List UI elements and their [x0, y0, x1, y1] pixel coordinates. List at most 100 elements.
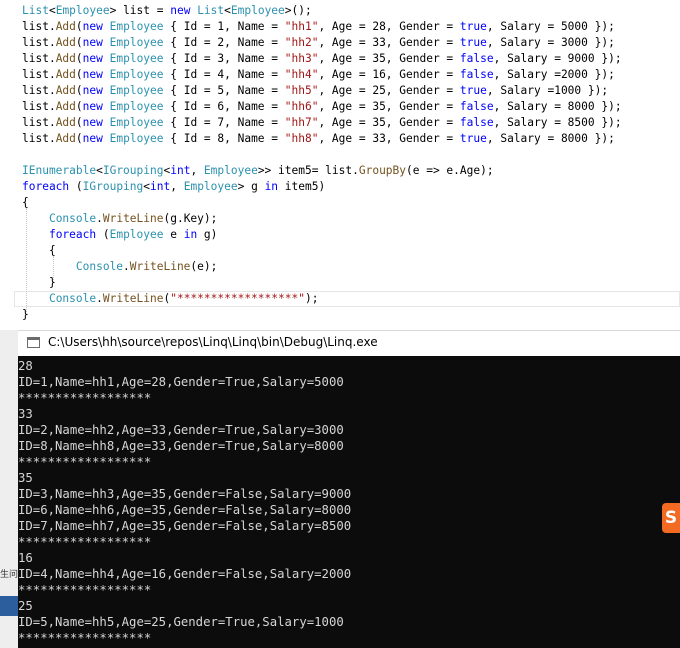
code-token: Add [55, 100, 76, 113]
console-output-area[interactable]: 28 ID=1,Name=hh1,Age=28,Gender=True,Salar… [18, 356, 680, 648]
code-token: "hh5" [284, 84, 319, 97]
code-line: { [22, 195, 29, 211]
code-token: { Id = 5, Name = [163, 84, 285, 97]
code-token: { Id = 3, Name = [163, 52, 285, 65]
console-output-line: ****************** [18, 535, 152, 549]
console-output-line: ****************** [18, 391, 152, 405]
code-token: IGrouping [102, 164, 164, 177]
code-token: . [123, 260, 130, 273]
code-token: < [224, 4, 231, 17]
console-titlebar[interactable]: C:\Users\hh\source\repos\Linq\Linq\bin\D… [18, 330, 680, 356]
code-line: List<Employee> list = new List<Employee>… [22, 3, 312, 19]
code-token: (e); [190, 260, 218, 273]
code-token: list. [22, 20, 56, 33]
code-token: list. [22, 132, 56, 145]
code-editor[interactable]: List<Employee> list = new List<Employee>… [0, 0, 680, 330]
code-token: "hh7" [284, 116, 319, 129]
code-token: "hh4" [284, 68, 319, 81]
code-token: true [459, 36, 487, 49]
code-token: list. [22, 116, 56, 129]
code-token: { Id = 6, Name = [163, 100, 285, 113]
code-token: Add [55, 68, 76, 81]
code-token: ( [75, 52, 83, 65]
code-token: false [459, 52, 494, 65]
code-token: >(); [284, 4, 312, 17]
console-window[interactable]: C:\Users\hh\source\repos\Linq\Linq\bin\D… [18, 330, 680, 648]
code-token: true [459, 20, 487, 33]
code-token: (g.Key); [163, 212, 218, 225]
console-output-line: ID=2,Name=hh2,Age=33,Gender=True,Salary=… [18, 423, 344, 437]
console-output-line: ID=5,Name=hh5,Age=25,Gender=True,Salary=… [18, 615, 344, 629]
code-token: Add [55, 20, 76, 33]
code-token: Employee [109, 116, 164, 129]
code-line: list.Add(new Employee { Id = 1, Name = "… [22, 19, 615, 35]
code-token: Add [55, 52, 76, 65]
code-token: ( [75, 116, 83, 129]
code-line: foreach (IGrouping<int, Employee> g in i… [22, 179, 325, 195]
code-token: Employee [183, 180, 238, 193]
console-output-line: ****************** [18, 631, 152, 645]
code-token: new [82, 84, 103, 97]
code-token: , Age = 33, Gender = [318, 132, 460, 145]
code-token: WriteLine [129, 260, 191, 273]
code-line: } [22, 307, 29, 323]
code-token: Employee [109, 68, 164, 81]
code-token: , Salary = 5000 }); [486, 20, 615, 33]
code-token: foreach [48, 228, 97, 241]
code-token: new [82, 36, 103, 49]
console-output-line: ID=6,Name=hh6,Age=35,Gender=False,Salary… [18, 503, 352, 517]
code-token: IEnumerable [22, 164, 97, 177]
side-panel-label[interactable]: 生问题 [0, 567, 18, 580]
code-token: ( [75, 100, 83, 113]
code-token: int [170, 164, 191, 177]
code-token: ( [75, 36, 83, 49]
code-token: List [22, 4, 49, 17]
code-token: < [143, 180, 151, 193]
code-token: "hh6" [284, 100, 319, 113]
code-token: new [82, 132, 103, 145]
code-token: { Id = 4, Name = [163, 68, 285, 81]
floating-badge-icon[interactable]: S [662, 503, 680, 533]
side-panel-active-tab[interactable] [0, 596, 18, 616]
console-output-line: ID=8,Name=hh8,Age=33,Gender=True,Salary=… [18, 439, 344, 453]
code-token: "hh1" [284, 20, 319, 33]
code-line: { [22, 243, 56, 259]
code-token: , [170, 180, 184, 193]
code-token: , Salary = 3000 }); [486, 36, 615, 49]
code-token: list. [22, 52, 56, 65]
code-line: } [22, 275, 56, 291]
console-output-line: 16 [18, 551, 33, 565]
code-token: Employee [203, 164, 258, 177]
code-token: list. [22, 36, 56, 49]
code-token: g) [197, 228, 218, 241]
code-token: , Age = 16, Gender = [318, 68, 460, 81]
code-token: ( [96, 228, 110, 241]
code-token: item5) [278, 180, 326, 193]
code-token: } [22, 308, 29, 321]
code-token: , Salary =1000 }); [486, 84, 609, 97]
code-token: "******************" [170, 292, 305, 305]
code-token: e [163, 228, 184, 241]
code-token: , Age = 35, Gender = [318, 116, 460, 129]
code-token: true [459, 132, 487, 145]
console-output-line: ID=3,Name=hh3,Age=35,Gender=False,Salary… [18, 487, 352, 501]
code-token: ( [75, 20, 83, 33]
code-line: Console.WriteLine("******************"); [22, 291, 318, 307]
code-token: ( [69, 180, 83, 193]
code-token: . [96, 212, 103, 225]
code-line: list.Add(new Employee { Id = 2, Name = "… [22, 35, 615, 51]
code-token: Console [48, 292, 97, 305]
code-token: new [82, 116, 103, 129]
code-line: list.Add(new Employee { Id = 5, Name = "… [22, 83, 608, 99]
code-line: list.Add(new Employee { Id = 3, Name = "… [22, 51, 622, 67]
code-line: foreach (Employee e in g) [22, 227, 217, 243]
code-token: new [82, 100, 103, 113]
code-token: Employee [109, 84, 164, 97]
code-token: new [82, 52, 103, 65]
code-token: . [96, 292, 103, 305]
code-line: IEnumerable<IGrouping<int, Employee>> it… [22, 163, 494, 179]
